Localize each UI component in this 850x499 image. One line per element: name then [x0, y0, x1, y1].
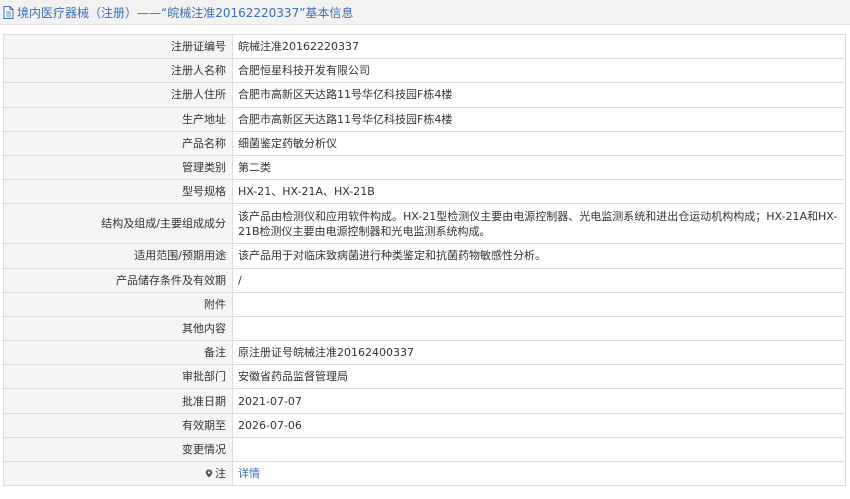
table-row: 其他内容 — [3, 315, 846, 342]
table-row: 产品名称 细菌鉴定药敏分析仪 — [3, 130, 846, 156]
page-title: 境内医疗器械（注册）——“皖械注准20162220337”基本信息 — [17, 5, 354, 20]
table-row: 有效期至 2026-07-06 — [3, 412, 846, 438]
row-label-registration-number: 注册证编号 — [3, 33, 233, 60]
table-row: 注册人名称 合肥恒星科技开发有限公司 — [3, 58, 846, 84]
table-row: 结构及组成/主要组成成分 该产品由检测仪和应用软件构成。HX-21型检测仪主要由… — [3, 203, 846, 245]
row-value-changes — [232, 436, 846, 463]
table-row: 适用范围/预期用途 该产品用于对临床致病菌进行种类鉴定和抗菌药物敏感性分析。 — [3, 243, 846, 269]
location-pin-icon — [205, 467, 213, 478]
table-row: 注册人住所 合肥市高新区天达路11号华亿科技园F栋4楼 — [3, 82, 846, 108]
row-label-model-spec: 型号规格 — [3, 179, 233, 205]
row-value-attachments — [232, 291, 846, 317]
row-label-storage: 产品储存条件及有效期 — [3, 267, 233, 293]
table-row: 备注 原注册证号皖械注准20162400337 — [3, 340, 846, 366]
row-value-note: 详情 — [232, 460, 846, 487]
details-link[interactable]: 详情 — [238, 467, 260, 480]
row-label-approval-dept: 审批部门 — [3, 364, 233, 390]
document-icon — [3, 5, 14, 19]
row-value-registrant-address: 合肥市高新区天达路11号华亿科技园F栋4楼 — [232, 82, 846, 108]
row-label-registrant-name: 注册人名称 — [3, 58, 233, 84]
info-table: 注册证编号 皖械注准20162220337 注册人名称 合肥恒星科技开发有限公司… — [3, 33, 846, 487]
table-row: 产品储存条件及有效期 / — [3, 267, 846, 293]
table-row: 变更情况 — [3, 436, 846, 463]
table-row: 审批部门 安徽省药品监督管理局 — [3, 364, 846, 390]
row-value-storage: / — [232, 267, 846, 293]
table-row: 注 详情 — [3, 460, 846, 487]
table-row: 批准日期 2021-07-07 — [3, 388, 846, 414]
row-value-management-category: 第二类 — [232, 154, 846, 181]
table-row: 注册证编号 皖械注准20162220337 — [3, 33, 846, 60]
row-value-approval-date: 2021-07-07 — [232, 388, 846, 414]
row-value-structure: 该产品由检测仪和应用软件构成。HX-21型检测仪主要由电源控制器、光电监测系统和… — [232, 203, 846, 245]
row-value-registrant-name: 合肥恒星科技开发有限公司 — [232, 58, 846, 84]
table-row: 附件 — [3, 291, 846, 317]
row-label-registrant-address: 注册人住所 — [3, 82, 233, 108]
row-label-note: 注 — [3, 460, 233, 487]
row-value-production-address: 合肥市高新区天达路11号华亿科技园F栋4楼 — [232, 106, 846, 132]
row-value-product-name: 细菌鉴定药敏分析仪 — [232, 130, 846, 156]
row-label-production-address: 生产地址 — [3, 106, 233, 132]
page-header: 境内医疗器械（注册）——“皖械注准20162220337”基本信息 — [0, 0, 850, 25]
table-row: 型号规格 HX-21、HX-21A、HX-21B — [3, 179, 846, 205]
table-row: 管理类别 第二类 — [3, 154, 846, 181]
row-label-changes: 变更情况 — [3, 436, 233, 463]
table-row: 生产地址 合肥市高新区天达路11号华亿科技园F栋4楼 — [3, 106, 846, 132]
row-value-approval-dept: 安徽省药品监督管理局 — [232, 364, 846, 390]
row-label-approval-date: 批准日期 — [3, 388, 233, 414]
row-value-registration-number: 皖械注准20162220337 — [232, 33, 846, 60]
row-value-valid-until: 2026-07-06 — [232, 412, 846, 438]
row-label-management-category: 管理类别 — [3, 154, 233, 181]
row-value-model-spec: HX-21、HX-21A、HX-21B — [232, 179, 846, 205]
row-value-other — [232, 315, 846, 342]
row-label-product-name: 产品名称 — [3, 130, 233, 156]
info-table-container: 注册证编号 皖械注准20162220337 注册人名称 合肥恒星科技开发有限公司… — [3, 33, 846, 487]
row-label-structure: 结构及组成/主要组成成分 — [3, 203, 233, 245]
row-label-other: 其他内容 — [3, 315, 233, 342]
row-label-remarks: 备注 — [3, 340, 233, 366]
row-value-remarks: 原注册证号皖械注准20162400337 — [232, 340, 846, 366]
note-label: 注 — [215, 467, 226, 481]
row-label-attachments: 附件 — [3, 291, 233, 317]
row-value-intended-use: 该产品用于对临床致病菌进行种类鉴定和抗菌药物敏感性分析。 — [232, 243, 846, 269]
row-label-intended-use: 适用范围/预期用途 — [3, 243, 233, 269]
row-label-valid-until: 有效期至 — [3, 412, 233, 438]
